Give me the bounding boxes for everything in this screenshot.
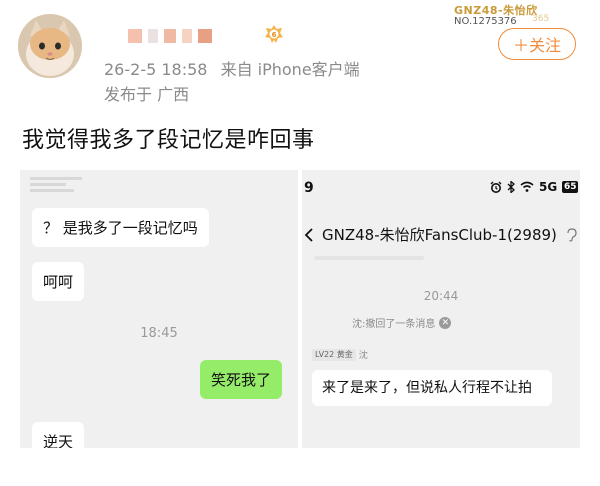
post-location: 发布于 广西 bbox=[104, 85, 190, 104]
sender-row: LV22 黄金 沈 bbox=[312, 348, 368, 361]
sender-name: 沈 bbox=[358, 351, 368, 361]
back-chevron-icon[interactable] bbox=[302, 227, 318, 243]
sender-tag-text: 黄金 bbox=[336, 349, 353, 359]
sender-level: LV22 黄金 bbox=[312, 348, 356, 361]
mosaic-block bbox=[182, 29, 192, 43]
vip-badge-icon[interactable]: 6 bbox=[264, 24, 284, 44]
recall-notice: 沈:撤回了一条消息 ✕ bbox=[352, 315, 452, 330]
wifi-icon bbox=[520, 181, 534, 192]
mosaic-block bbox=[128, 29, 142, 43]
battery-icon: 65 bbox=[562, 181, 579, 193]
sender-level-text: LV22 bbox=[315, 349, 335, 359]
avatar[interactable] bbox=[18, 14, 82, 78]
mosaic-block bbox=[148, 29, 158, 43]
chat-bubble: 来了是来了，但说私人行程不让拍 bbox=[312, 370, 552, 406]
bluetooth-icon bbox=[507, 181, 515, 193]
fan-badge-number: NO.1275376 bbox=[454, 16, 517, 27]
chat-screenshot-image-1[interactable]: ？ 是我多了一段记忆吗 呵呵 18:45 笑死我了 逆天 bbox=[20, 170, 298, 448]
chat-bubble-sent: 笑死我了 bbox=[200, 360, 283, 399]
mosaic-block bbox=[198, 29, 212, 43]
cat-avatar-icon bbox=[18, 14, 82, 78]
group-name: GNZ48-朱怡欣FansClub-1(2989) bbox=[322, 226, 557, 244]
chat-bubble: 呵呵 bbox=[32, 262, 85, 301]
username-mosaic[interactable] bbox=[128, 26, 212, 46]
post-source[interactable]: 来自 iPhone客户端 bbox=[221, 60, 360, 79]
recall-text: 沈:撤回了一条消息 bbox=[352, 319, 436, 330]
chat-bubble: ？ 是我多了一段记忆吗 bbox=[32, 208, 209, 247]
mosaic-block bbox=[164, 29, 176, 43]
blurred-header bbox=[30, 174, 82, 192]
group-title: GNZ48-朱怡欣FansClub-1(2989) bbox=[302, 224, 577, 245]
post-time: 26-2-5 18:58 bbox=[104, 60, 208, 79]
post-meta: 26-2-5 18:58 来自 iPhone客户端 bbox=[104, 56, 360, 80]
follow-button[interactable]: ＋关注 bbox=[498, 28, 576, 60]
fan-badge-watermark: 365 bbox=[532, 14, 550, 24]
ear-icon bbox=[567, 227, 577, 241]
chat-timestamp: 20:44 bbox=[423, 289, 459, 303]
post-text: 我觉得我多了段记忆是咋回事 bbox=[22, 128, 315, 153]
alarm-icon bbox=[490, 181, 502, 193]
chat-bubble: 逆天 bbox=[32, 422, 85, 448]
chat-screenshot-image-2[interactable]: 9 5G 65 GNZ48-朱怡欣FansClub-1(2989) 20:44 … bbox=[302, 170, 580, 448]
chat-timestamp: 18:45 bbox=[140, 326, 178, 341]
svg-text:6: 6 bbox=[272, 31, 277, 39]
close-icon[interactable]: ✕ bbox=[439, 316, 452, 329]
fan-badge[interactable]: GNZ48-朱怡欣 NO.1275376 365 bbox=[454, 2, 564, 30]
status-bar-time: 9 bbox=[304, 180, 314, 196]
status-bar-icons: 5G 65 bbox=[490, 180, 579, 194]
5g-signal-icon: 5G bbox=[539, 180, 558, 194]
blurred-bar bbox=[314, 256, 424, 260]
